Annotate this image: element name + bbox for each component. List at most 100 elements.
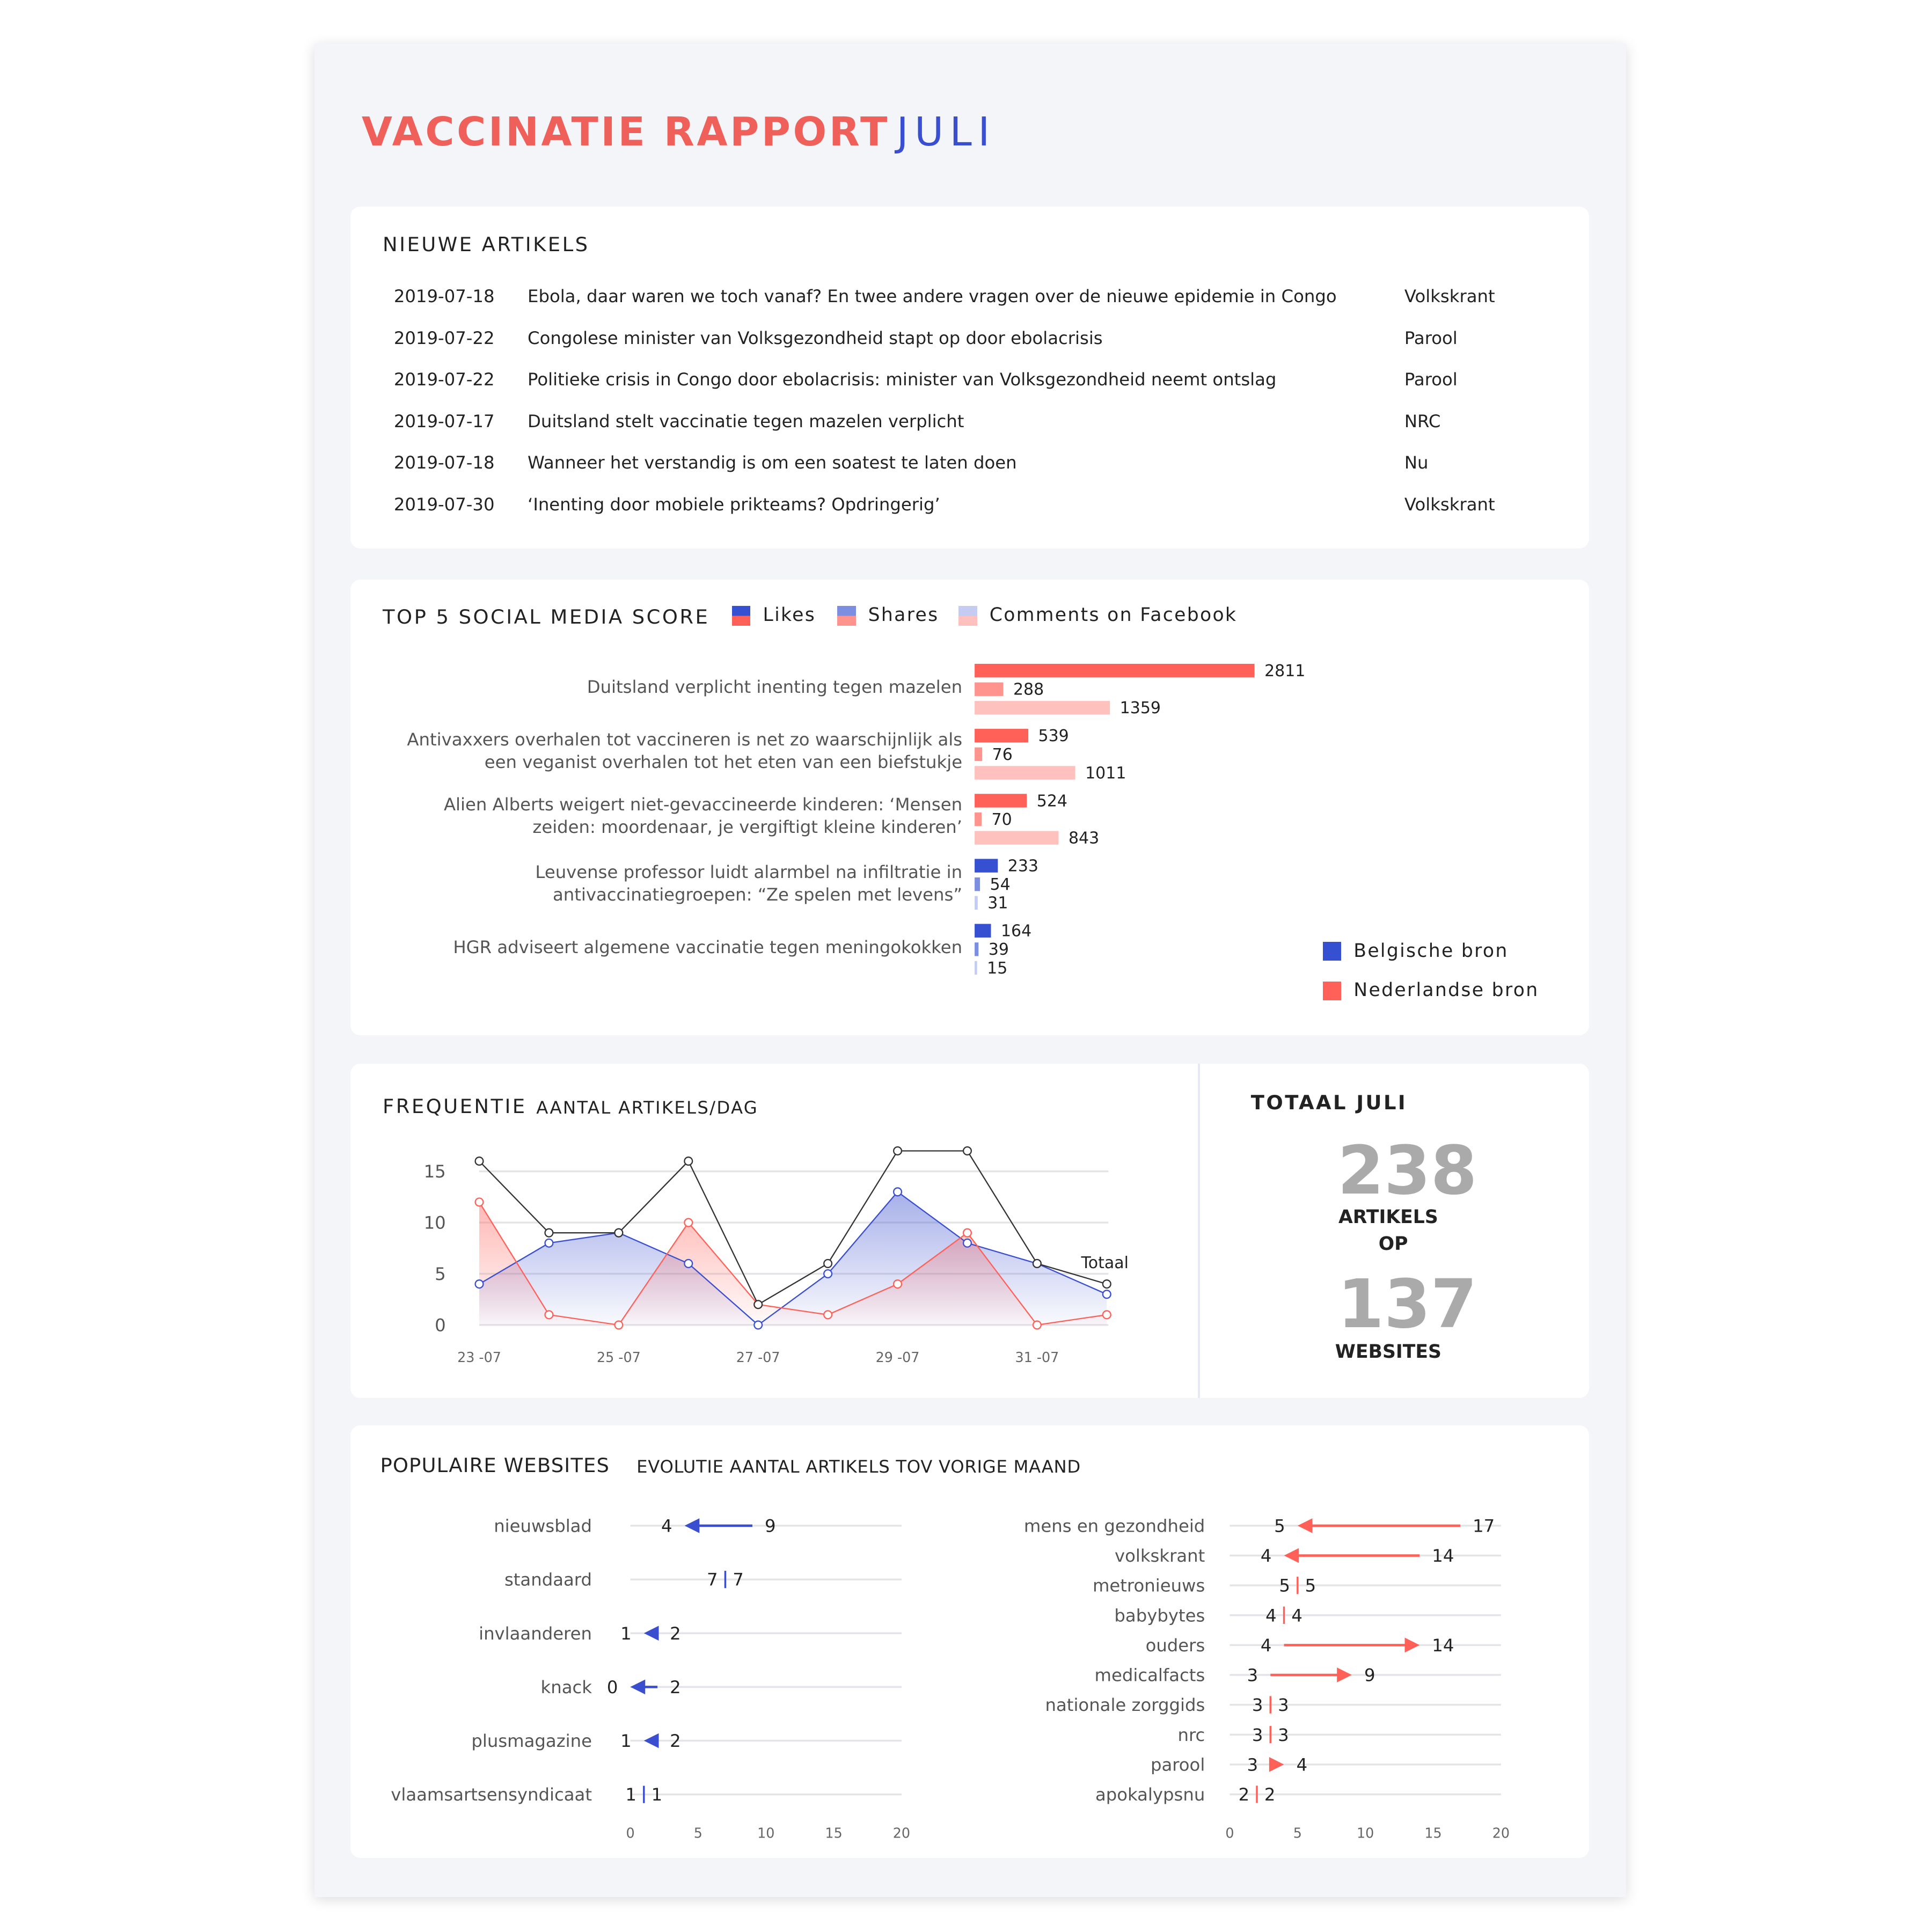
- website-label: nieuwsblad: [494, 1516, 592, 1536]
- website-label: medicalfacts: [1095, 1665, 1205, 1686]
- value-low: 1: [620, 1731, 632, 1751]
- data-point: [544, 1228, 554, 1238]
- data-point: [684, 1157, 693, 1166]
- legend-dutch: Nederlandse bron: [1322, 979, 1539, 1001]
- article-row[interactable]: 2019-07-30 ‘Inenting door mobiele priktea…: [394, 494, 1570, 519]
- value-high: 5: [1305, 1576, 1316, 1596]
- article-source: Parool: [1404, 369, 1458, 390]
- data-point: [684, 1259, 693, 1269]
- value-high: 4: [1297, 1755, 1308, 1775]
- bar-comments-on-facebook: [975, 766, 1075, 780]
- bar-value-label: 524: [1037, 792, 1067, 810]
- value-low: 3: [1252, 1725, 1263, 1745]
- value-high: 4: [1291, 1605, 1302, 1626]
- article-date: 2019-07-17: [393, 411, 495, 431]
- value-low: 4: [661, 1516, 672, 1536]
- change-arrow-head: [643, 1733, 659, 1748]
- data-point: [544, 1239, 554, 1248]
- x-tick-label: 23 -07: [457, 1349, 501, 1365]
- data-point: [962, 1228, 972, 1238]
- article-row[interactable]: 2019-07-18 Ebola, daar waren we toch vana…: [394, 286, 1570, 311]
- data-point: [474, 1197, 484, 1207]
- value-low: 3: [1252, 1695, 1263, 1715]
- total-articles-label: ARTIKELS: [1338, 1206, 1438, 1228]
- value-high: 14: [1432, 1546, 1454, 1566]
- value-high: 1: [652, 1784, 663, 1805]
- data-point: [1102, 1279, 1111, 1289]
- x-tick-label: 31 -07: [1015, 1349, 1059, 1365]
- bar-value-label: 39: [989, 940, 1009, 959]
- data-point: [962, 1239, 972, 1248]
- frequency-line-chart: 0 5 10 15 23 -07 25 -07 27 -07 29 -07 31 -07 Tota…: [424, 1146, 1129, 1365]
- bar-likes: [975, 729, 1029, 743]
- social-bar-chart: 2811 288 1359 539 76 1011 524 70 843 2335431 16439…: [975, 662, 1305, 978]
- total-websites-label: WEBSITES: [1335, 1341, 1441, 1363]
- value-high: 3: [1278, 1695, 1289, 1715]
- value-high: 2: [670, 1731, 681, 1751]
- x-tick-label: 10: [1357, 1825, 1374, 1841]
- x-tick-label: 20: [893, 1825, 910, 1841]
- bar-comments-on-facebook: [975, 701, 1110, 715]
- change-arrow-head: [643, 1626, 659, 1641]
- legend-dutch-label: Nederlandse bron: [1353, 979, 1539, 1001]
- bar-value-label: 70: [992, 810, 1012, 829]
- value-low: 2: [1239, 1784, 1250, 1805]
- legend-belgian: Belgische bron: [1322, 940, 1509, 962]
- divider: [1197, 1064, 1201, 1399]
- change-arrow-head: [1404, 1637, 1420, 1653]
- article-title: Wanneer het verstandig is om een soatest…: [528, 452, 1017, 473]
- totals-title: TOTAAL JULI: [1250, 1091, 1408, 1115]
- x-tick-label: 5: [694, 1825, 702, 1841]
- website-label: volkskrant: [1115, 1546, 1205, 1566]
- articles-panel: NIEUWE ARTIKELS 2019-07-18 Ebola, daar wa…: [350, 207, 1589, 549]
- bar-value-label: 233: [1008, 857, 1038, 875]
- websites-panel: POPULAIRE WEBSITES EVOLUTIE AANTAL ARTIK…: [350, 1425, 1589, 1858]
- article-date: 2019-07-22: [393, 369, 495, 390]
- value-low: 3: [1247, 1665, 1258, 1686]
- x-tick-label: 15: [825, 1825, 842, 1841]
- article-row[interactable]: 2019-07-22 Politieke crisis in Congo door…: [394, 369, 1570, 394]
- article-title: Ebola, daar waren we toch vanaf? En twee…: [528, 286, 1337, 307]
- article-row[interactable]: 2019-07-18 Wanneer het verstandig is om e…: [394, 452, 1570, 477]
- bar-comments-on-facebook: [975, 896, 978, 910]
- change-arrow-head: [684, 1518, 700, 1533]
- value-high: 2: [670, 1677, 681, 1697]
- article-title: ‘Inenting door mobiele prikteams? Opdrin…: [528, 494, 940, 515]
- y-tick-label: 15: [424, 1161, 446, 1182]
- article-title: Congolese minister van Volksgezondheid s…: [528, 327, 1103, 348]
- website-label: plusmagazine: [471, 1731, 592, 1751]
- series-label-totaal: Totaal: [1081, 1254, 1129, 1272]
- article-source: Nu: [1404, 452, 1429, 473]
- report-title: VACCINATIE RAPPORT: [361, 109, 890, 156]
- bar-shares: [975, 682, 1004, 696]
- bar-shares: [975, 942, 979, 956]
- website-label: mens en gezondheid: [1024, 1516, 1205, 1536]
- change-arrow-head: [1284, 1548, 1299, 1563]
- bar-value-label: 288: [1013, 680, 1044, 699]
- value-high: 9: [765, 1516, 776, 1536]
- change-arrow-head: [630, 1679, 646, 1695]
- bar-value-label: 15: [987, 959, 1007, 978]
- value-high: 9: [1364, 1665, 1375, 1686]
- y-tick-label: 5: [435, 1264, 446, 1284]
- y-tick-label: 0: [435, 1315, 446, 1336]
- x-tick-label: 0: [1225, 1825, 1234, 1841]
- bar-value-label: 2811: [1264, 662, 1305, 680]
- website-label: ouders: [1146, 1635, 1205, 1656]
- change-arrow-head: [1269, 1757, 1284, 1772]
- websites-dumbbell-chart: nieuwsblad 4 9 standaard 7 7 invlaanderen 1 2 kna…: [391, 1516, 1510, 1841]
- data-point: [823, 1259, 833, 1269]
- article-source: Volkskrant: [1404, 494, 1495, 515]
- social-panel: TOP 5 SOCIAL MEDIA SCORE Likes Shares Comm…: [350, 579, 1589, 1036]
- total-op-label: OP: [1378, 1233, 1408, 1255]
- x-tick-label: 20: [1492, 1825, 1510, 1841]
- x-tick-label: 15: [1424, 1825, 1441, 1841]
- bar-comments-on-facebook: [975, 961, 977, 975]
- article-row[interactable]: 2019-07-17 Duitsland stelt vaccinatie teg…: [394, 411, 1570, 436]
- article-row[interactable]: 2019-07-22 Congolese minister van Volksge…: [394, 328, 1570, 353]
- x-tick-label: 29 -07: [876, 1349, 920, 1365]
- frequency-panel: FREQUENTIE AANTAL ARTIKELS/DAG 0 5 10 15 23 …: [350, 1064, 1589, 1399]
- website-label: knack: [541, 1677, 592, 1697]
- website-label: nrc: [1178, 1725, 1205, 1745]
- bar-shares: [975, 877, 980, 891]
